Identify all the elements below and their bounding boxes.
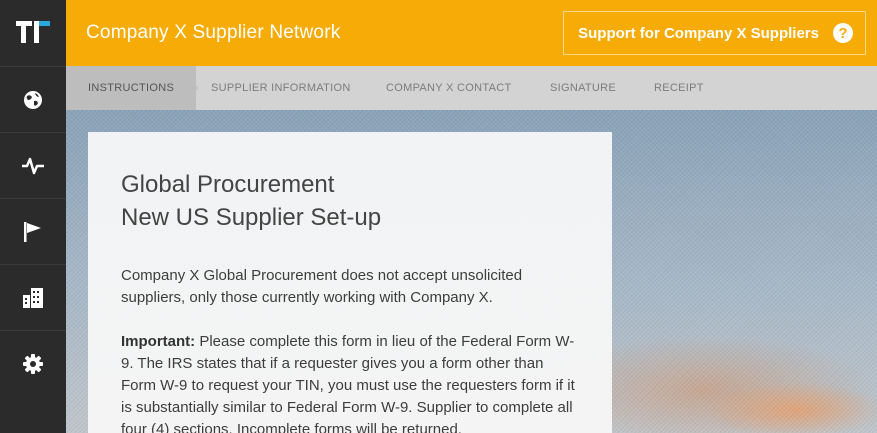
step-signature[interactable]: SIGNATURE bbox=[550, 66, 616, 110]
globe-icon bbox=[24, 90, 42, 109]
buildings-icon bbox=[23, 287, 43, 308]
title-line-2: New US Supplier Set-up bbox=[121, 204, 382, 231]
nav-activity[interactable] bbox=[0, 132, 66, 198]
sidebar bbox=[0, 0, 66, 433]
title-line-1: Global Procurement bbox=[121, 171, 335, 198]
app-title: Company X Supplier Network bbox=[86, 22, 341, 43]
important-paragraph: Important: Please complete this form in … bbox=[121, 331, 579, 433]
nav-flag[interactable] bbox=[0, 198, 66, 264]
help-icon: ? bbox=[833, 23, 853, 43]
activity-icon bbox=[22, 157, 44, 174]
nav-buildings[interactable] bbox=[0, 264, 66, 330]
nav-globe[interactable] bbox=[0, 66, 66, 132]
step-arrow bbox=[178, 66, 198, 110]
intro-text: Company X Global Procurement does not ac… bbox=[121, 267, 523, 306]
support-button[interactable]: Support for Company X Suppliers ? bbox=[563, 11, 866, 55]
step-receipt[interactable]: RECEIPT bbox=[654, 66, 704, 110]
step-instructions[interactable]: INSTRUCTIONS bbox=[88, 66, 174, 110]
step-company-contact[interactable]: COMPANY X CONTACT bbox=[386, 66, 512, 110]
flag-icon bbox=[24, 221, 41, 242]
page-title: Global Procurement New US Supplier Set-u… bbox=[121, 168, 579, 234]
important-label: Important: bbox=[121, 333, 196, 350]
step-supplier-information[interactable]: SUPPLIER INFORMATION bbox=[211, 66, 351, 110]
top-bar: Company X Supplier Network Support for C… bbox=[66, 0, 877, 66]
support-button-label: Support for Company X Suppliers bbox=[578, 24, 819, 42]
step-navigation: INSTRUCTIONS SUPPLIER INFORMATION COMPAN… bbox=[66, 66, 877, 110]
gear-icon bbox=[23, 353, 43, 374]
nav-settings[interactable] bbox=[0, 330, 66, 396]
instructions-card: Global Procurement New US Supplier Set-u… bbox=[88, 132, 612, 433]
logo-icon[interactable] bbox=[0, 0, 66, 66]
